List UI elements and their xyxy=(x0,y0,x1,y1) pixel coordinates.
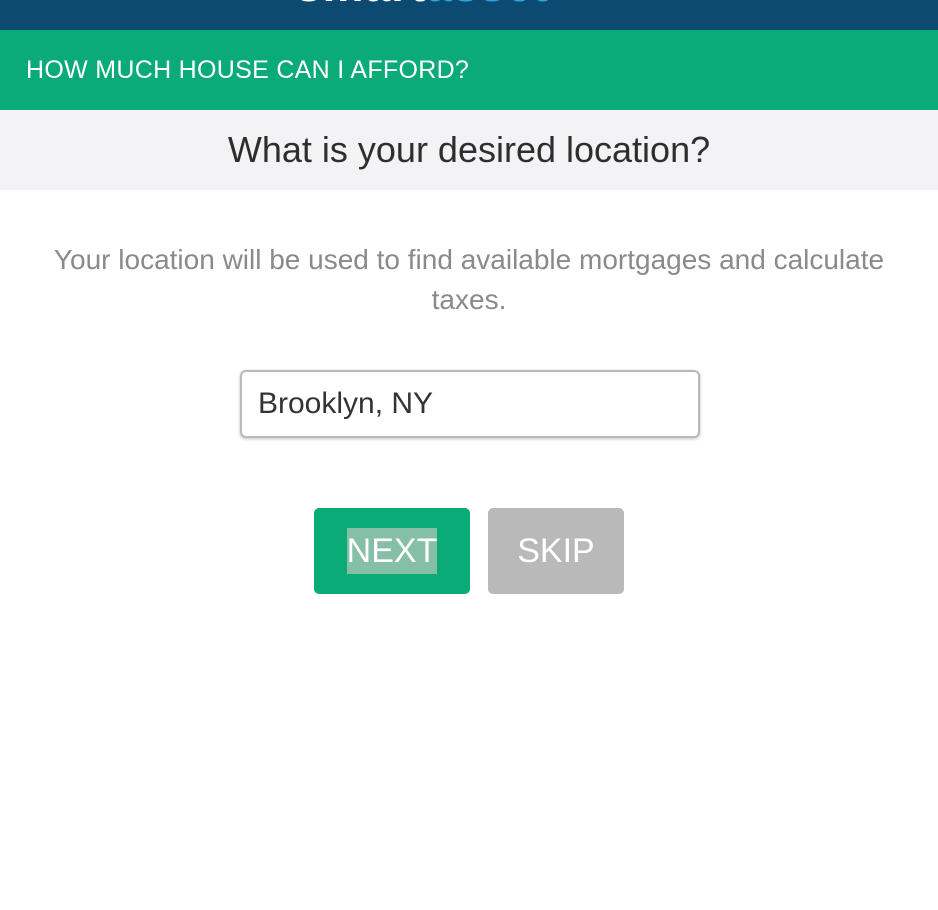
logo-text-primary: smart xyxy=(296,0,426,11)
question-header: What is your desired location? xyxy=(0,110,938,190)
skip-button[interactable]: SKIP xyxy=(488,508,624,594)
next-button-label: NEXT xyxy=(346,527,438,574)
calculator-title-bar: HOW MUCH HOUSE CAN I AFFORD? xyxy=(0,30,938,110)
next-button[interactable]: NEXT xyxy=(314,508,470,594)
question-text: What is your desired location? xyxy=(227,129,711,170)
question-description: Your location will be used to find avail… xyxy=(53,244,885,315)
smartasset-logo[interactable]: smartasset xyxy=(296,0,549,8)
logo-text-accent: asset xyxy=(426,0,549,11)
app-header: smartasset xyxy=(0,0,938,30)
skip-button-label: SKIP xyxy=(517,531,595,570)
location-input[interactable] xyxy=(240,370,700,438)
calculator-title: HOW MUCH HOUSE CAN I AFFORD? xyxy=(26,56,470,84)
